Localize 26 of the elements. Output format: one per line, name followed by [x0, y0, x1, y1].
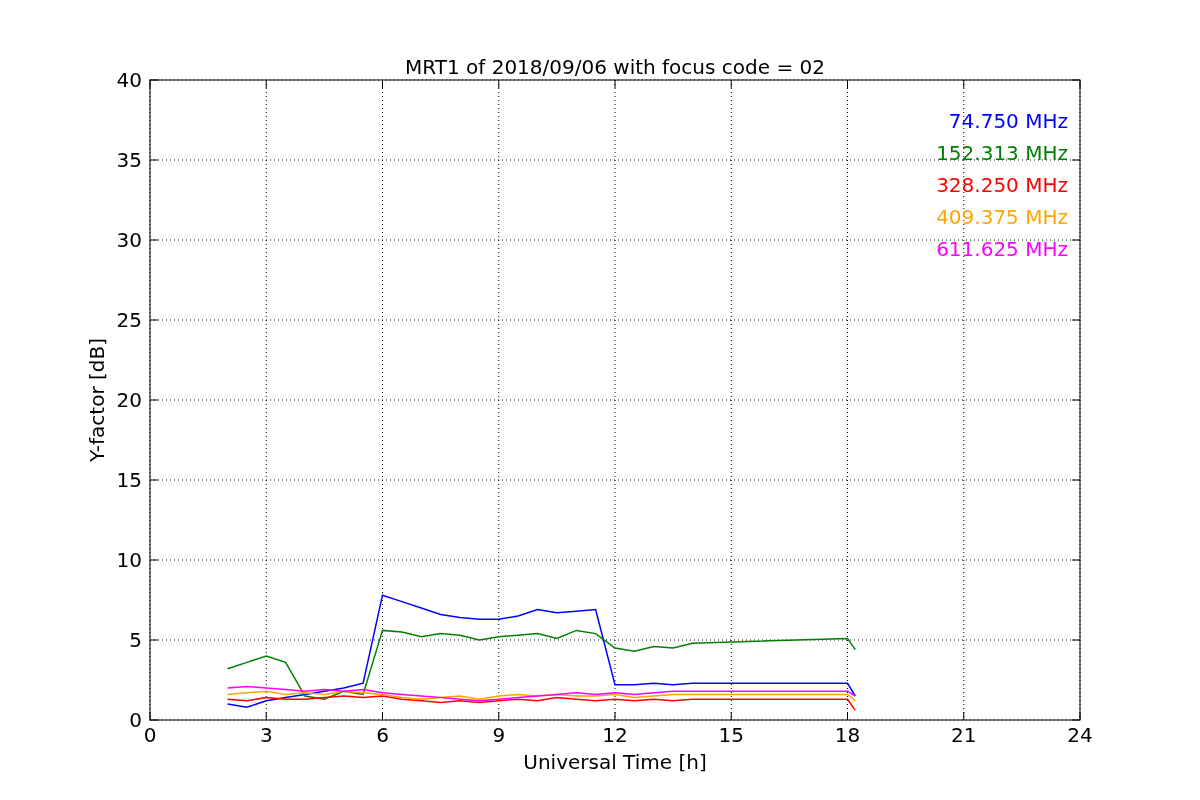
legend-label: 409.375 MHz: [936, 205, 1068, 229]
tick-label: 24: [1067, 723, 1093, 747]
tick-label: 35: [116, 148, 142, 172]
legend-label: 74.750 MHz: [948, 109, 1068, 133]
tick-label: 40: [116, 68, 142, 92]
tick-label: 0: [129, 708, 142, 732]
legend-label: 328.250 MHz: [936, 173, 1068, 197]
axis-title: Y-factor [dB]: [85, 338, 109, 462]
tick-label: 21: [951, 723, 977, 747]
tick-label: 12: [602, 723, 628, 747]
tick-label: 18: [834, 723, 861, 747]
tick-label: 6: [376, 723, 389, 747]
tick-label: 3: [259, 723, 273, 747]
tick-label: 10: [116, 548, 142, 572]
axis-title: Universal Time [h]: [523, 750, 707, 774]
chart-title: MRT1 of 2018/09/06 with focus code = 02: [405, 55, 825, 79]
tick-label: 20: [116, 388, 142, 412]
legend-label: 152.313 MHz: [936, 141, 1068, 165]
legend-label: 611.625 MHz: [936, 237, 1068, 261]
tick-label: 9: [492, 723, 506, 747]
tick-label: 25: [116, 308, 142, 332]
tick-label: 15: [718, 723, 744, 747]
tick-label: 15: [116, 468, 142, 492]
tick-label: 0: [143, 723, 157, 747]
tick-label: 5: [129, 628, 142, 652]
tick-label: 30: [116, 228, 142, 252]
